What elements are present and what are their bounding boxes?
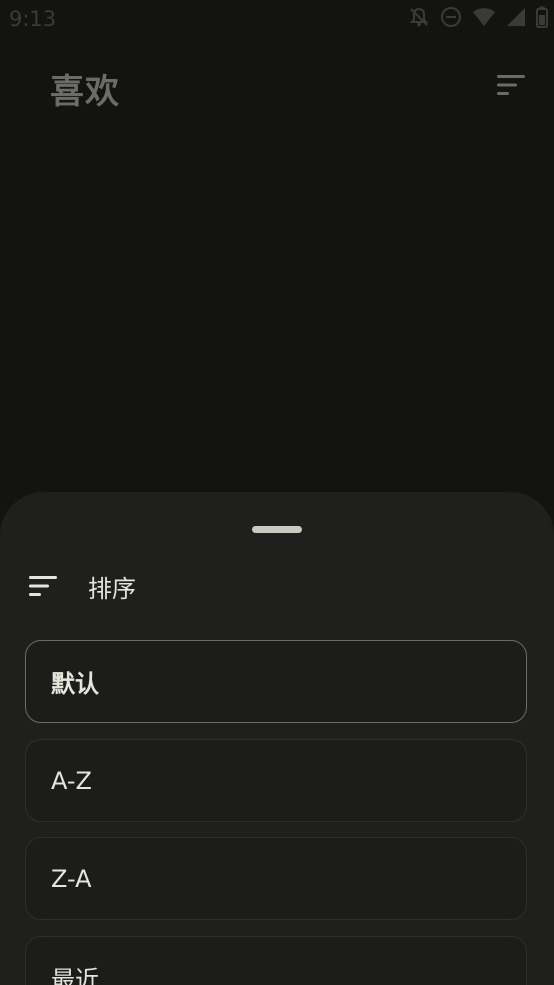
drag-handle[interactable] bbox=[252, 526, 302, 533]
sort-option-a-z[interactable]: A-Z bbox=[25, 739, 527, 822]
sort-option-label: 默认 bbox=[51, 670, 99, 698]
sheet-title: 排序 bbox=[88, 574, 136, 603]
notifications-off-icon bbox=[408, 6, 430, 32]
sort-icon bbox=[28, 574, 58, 598]
signal-icon bbox=[506, 7, 526, 31]
sort-button[interactable] bbox=[492, 70, 530, 104]
screen: 9:13 喜欢 排序 默认 A-Z Z-A 最近 bbox=[0, 0, 554, 985]
battery-icon bbox=[536, 6, 548, 32]
sort-option-default[interactable]: 默认 bbox=[25, 640, 527, 723]
do-not-disturb-icon bbox=[440, 6, 462, 32]
status-time: 9:13 bbox=[9, 7, 57, 31]
sheet-header: 排序 bbox=[28, 568, 136, 604]
page-title: 喜欢 bbox=[50, 72, 120, 112]
status-bar: 9:13 bbox=[0, 0, 554, 38]
sort-option-label: A-Z bbox=[51, 766, 92, 795]
wifi-icon bbox=[472, 7, 496, 31]
status-icons bbox=[398, 6, 554, 32]
sort-option-recent[interactable]: 最近 bbox=[25, 936, 527, 985]
sort-option-label: 最近 bbox=[51, 966, 99, 985]
sort-option-z-a[interactable]: Z-A bbox=[25, 837, 527, 920]
sort-option-label: Z-A bbox=[51, 864, 92, 893]
sort-bottom-sheet: 排序 默认 A-Z Z-A 最近 bbox=[0, 492, 554, 985]
sort-icon bbox=[496, 74, 526, 100]
